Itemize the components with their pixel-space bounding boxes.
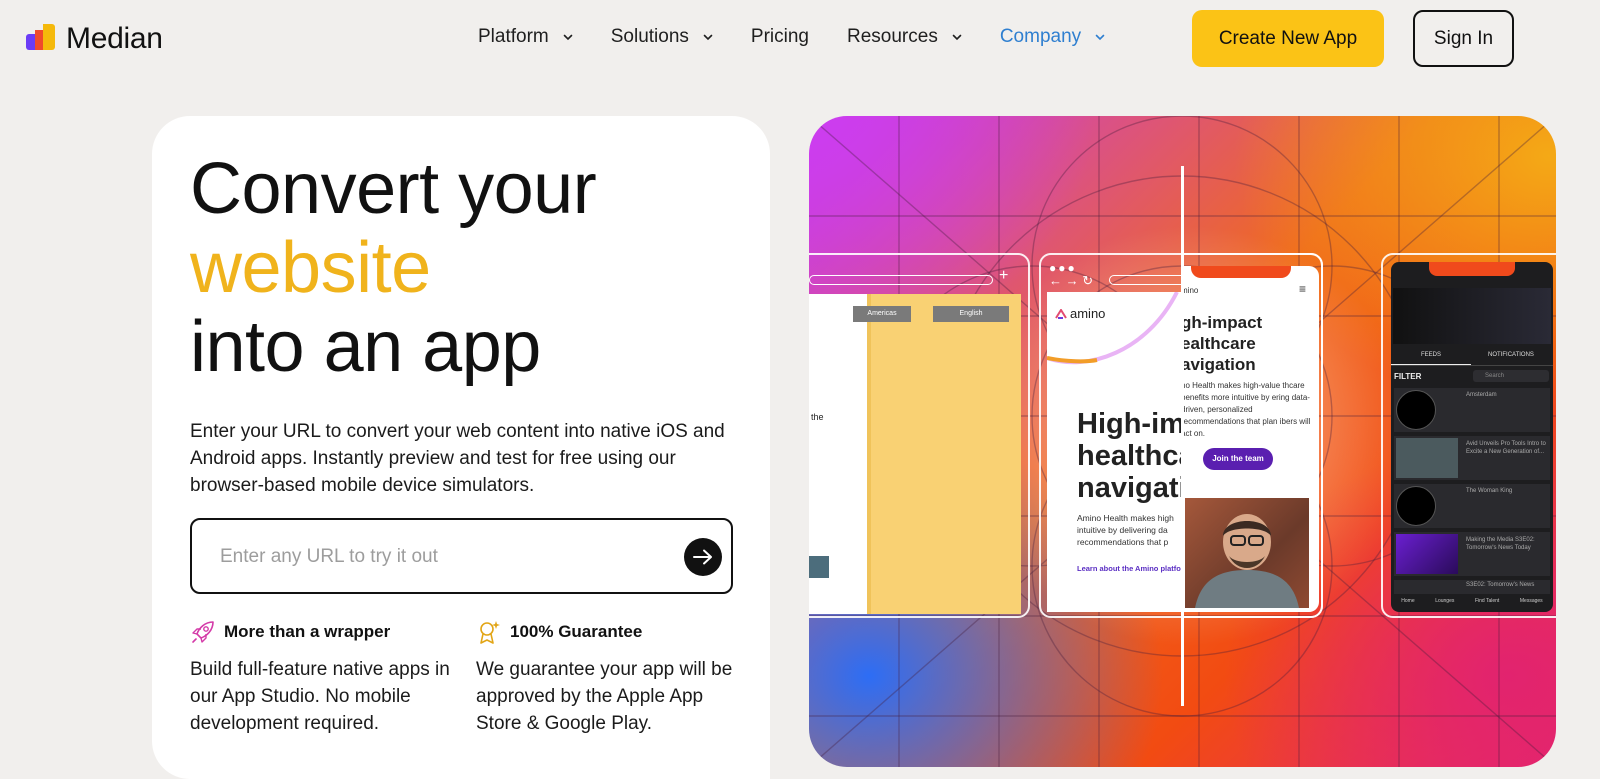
tab-feeds[interactable]: FEEDS [1391, 352, 1471, 365]
search-field[interactable]: Search [1473, 370, 1549, 382]
headline-line-1: Convert your [190, 149, 597, 229]
nav-resources-label: Resources [847, 26, 938, 47]
left-address-bar[interactable] [809, 275, 993, 285]
hero-headline: Convert your website into an app [190, 149, 597, 387]
list-item-title: S3E02: Tomorrow's News [1466, 582, 1535, 588]
nav-resources[interactable]: Resources [847, 26, 962, 48]
middle-browser-heading: High-im healthca navigati [1077, 408, 1181, 504]
nav-platform-label: Platform [478, 26, 549, 47]
bottom-tab-bar: Home Lounges Find Talent Messages [1391, 598, 1553, 612]
amino-logo-icon [1055, 308, 1067, 319]
nav-company-label: Company [999, 26, 1082, 47]
feature-heading: 100% Guarantee [476, 618, 746, 646]
language-region-button[interactable]: Americas [853, 306, 911, 322]
list-item-thumbnail [1396, 534, 1458, 574]
right-phone-content: FEEDS NOTIFICATIONS FILTER Search Amster… [1391, 262, 1553, 612]
browser-nav-arrows-icon[interactable]: ← → ↻ [1049, 273, 1093, 289]
tab-notifications[interactable]: NOTIFICATIONS [1471, 352, 1551, 365]
nav-company[interactable]: Company [1000, 26, 1105, 48]
top-nav: Median Platform Solutions Pricing Resour… [0, 0, 1600, 80]
feature-title: More than a wrapper [224, 622, 391, 641]
nav-solutions-label: Solutions [610, 26, 689, 47]
decorative-arc [1047, 292, 1179, 365]
feed-tabs: FEEDS NOTIFICATIONS [1391, 352, 1553, 366]
tab-find-talent[interactable]: Find Talent [1475, 598, 1499, 612]
list-item-title: Amsterdam [1466, 392, 1497, 398]
chevron-down-icon [703, 34, 713, 41]
list-item-title: Making the Media S3E02: Tomorrow's News … [1466, 537, 1535, 551]
list-item-title: Avid Unveils Pro Tools Intro to Excite a… [1466, 441, 1546, 455]
amino-logo: amino [1055, 306, 1105, 321]
feature-title: 100% Guarantee [510, 622, 643, 641]
list-item[interactable]: Amsterdam [1394, 388, 1550, 432]
chevron-down-icon [563, 34, 573, 41]
hero-visual: Americas English the + ●●● ← → ↻ amino H… [809, 116, 1556, 767]
middle-browser-body: Amino Health makes high intuitive by del… [1077, 513, 1174, 547]
nav-pricing[interactable]: Pricing [751, 26, 809, 48]
tab-home[interactable]: Home [1401, 598, 1414, 612]
phone-notch [1429, 262, 1515, 276]
language-button[interactable]: English [933, 306, 1009, 322]
banner-image [1393, 288, 1551, 344]
list-item[interactable]: Making the Media S3E02: Tomorrow's News … [1394, 532, 1550, 576]
amino-logo-text: amino [1070, 306, 1106, 321]
new-tab-icon[interactable]: + [999, 267, 1008, 285]
url-input[interactable] [220, 542, 660, 572]
list-item[interactable]: The Woman King [1394, 484, 1550, 528]
sign-in-button[interactable]: Sign In [1413, 10, 1514, 67]
headline-line-3: into an app [190, 307, 541, 387]
learn-more-link[interactable]: Learn about the Amino platfo [1077, 564, 1181, 573]
list-item[interactable]: S3E02: Tomorrow's News [1394, 580, 1550, 594]
left-browser-button[interactable] [809, 556, 829, 578]
nav-platform[interactable]: Platform [478, 26, 573, 48]
feature-heading: More than a wrapper [190, 618, 460, 646]
url-form [190, 518, 733, 594]
logo-wordmark: Median [66, 22, 163, 55]
main-menu: Platform Solutions Pricing Resources Com… [478, 26, 1143, 48]
tab-messages[interactable]: Messages [1520, 598, 1543, 612]
feature-body: We guarantee your app will be approved b… [476, 659, 733, 734]
submit-url-button[interactable] [684, 538, 722, 576]
feature-wrapper: More than a wrapper Build full-feature n… [190, 618, 460, 737]
headline-accent-word: website [190, 228, 431, 308]
list-item-thumbnail [1396, 390, 1436, 430]
nav-pricing-label: Pricing [750, 26, 809, 47]
middle-browser-content: amino High-im healthca navigati Amino He… [1047, 292, 1181, 612]
median-logo[interactable]: Median [26, 22, 163, 56]
filter-dropdown[interactable]: FILTER [1394, 372, 1421, 381]
list-item-thumbnail [1396, 486, 1436, 526]
create-new-app-button[interactable]: Create New App [1192, 10, 1384, 67]
award-icon [480, 621, 500, 644]
left-browser-fragment: the [811, 412, 824, 422]
chevron-down-icon [952, 34, 962, 41]
list-item[interactable]: Avid Unveils Pro Tools Intro to Excite a… [1394, 436, 1550, 480]
chevron-down-icon [1095, 34, 1105, 41]
arrow-right-icon [693, 549, 712, 565]
left-browser-column-edge [867, 294, 871, 614]
list-item-title: The Woman King [1466, 488, 1513, 494]
nav-solutions[interactable]: Solutions [611, 26, 713, 48]
left-browser-content: Americas English the [809, 294, 1021, 614]
hero-subcopy: Enter your URL to convert your web conte… [190, 421, 725, 496]
rocket-icon [192, 621, 214, 643]
feature-body: Build full-feature native apps in our Ap… [190, 659, 450, 734]
compare-divider-handle[interactable] [1181, 166, 1184, 706]
middle-phone-frame [1181, 253, 1323, 618]
tab-lounges[interactable]: Lounges [1435, 598, 1454, 612]
feature-guarantee: 100% Guarantee We guarantee your app wil… [476, 618, 746, 737]
median-logo-mark-icon [26, 24, 56, 54]
list-item-thumbnail [1396, 438, 1458, 478]
